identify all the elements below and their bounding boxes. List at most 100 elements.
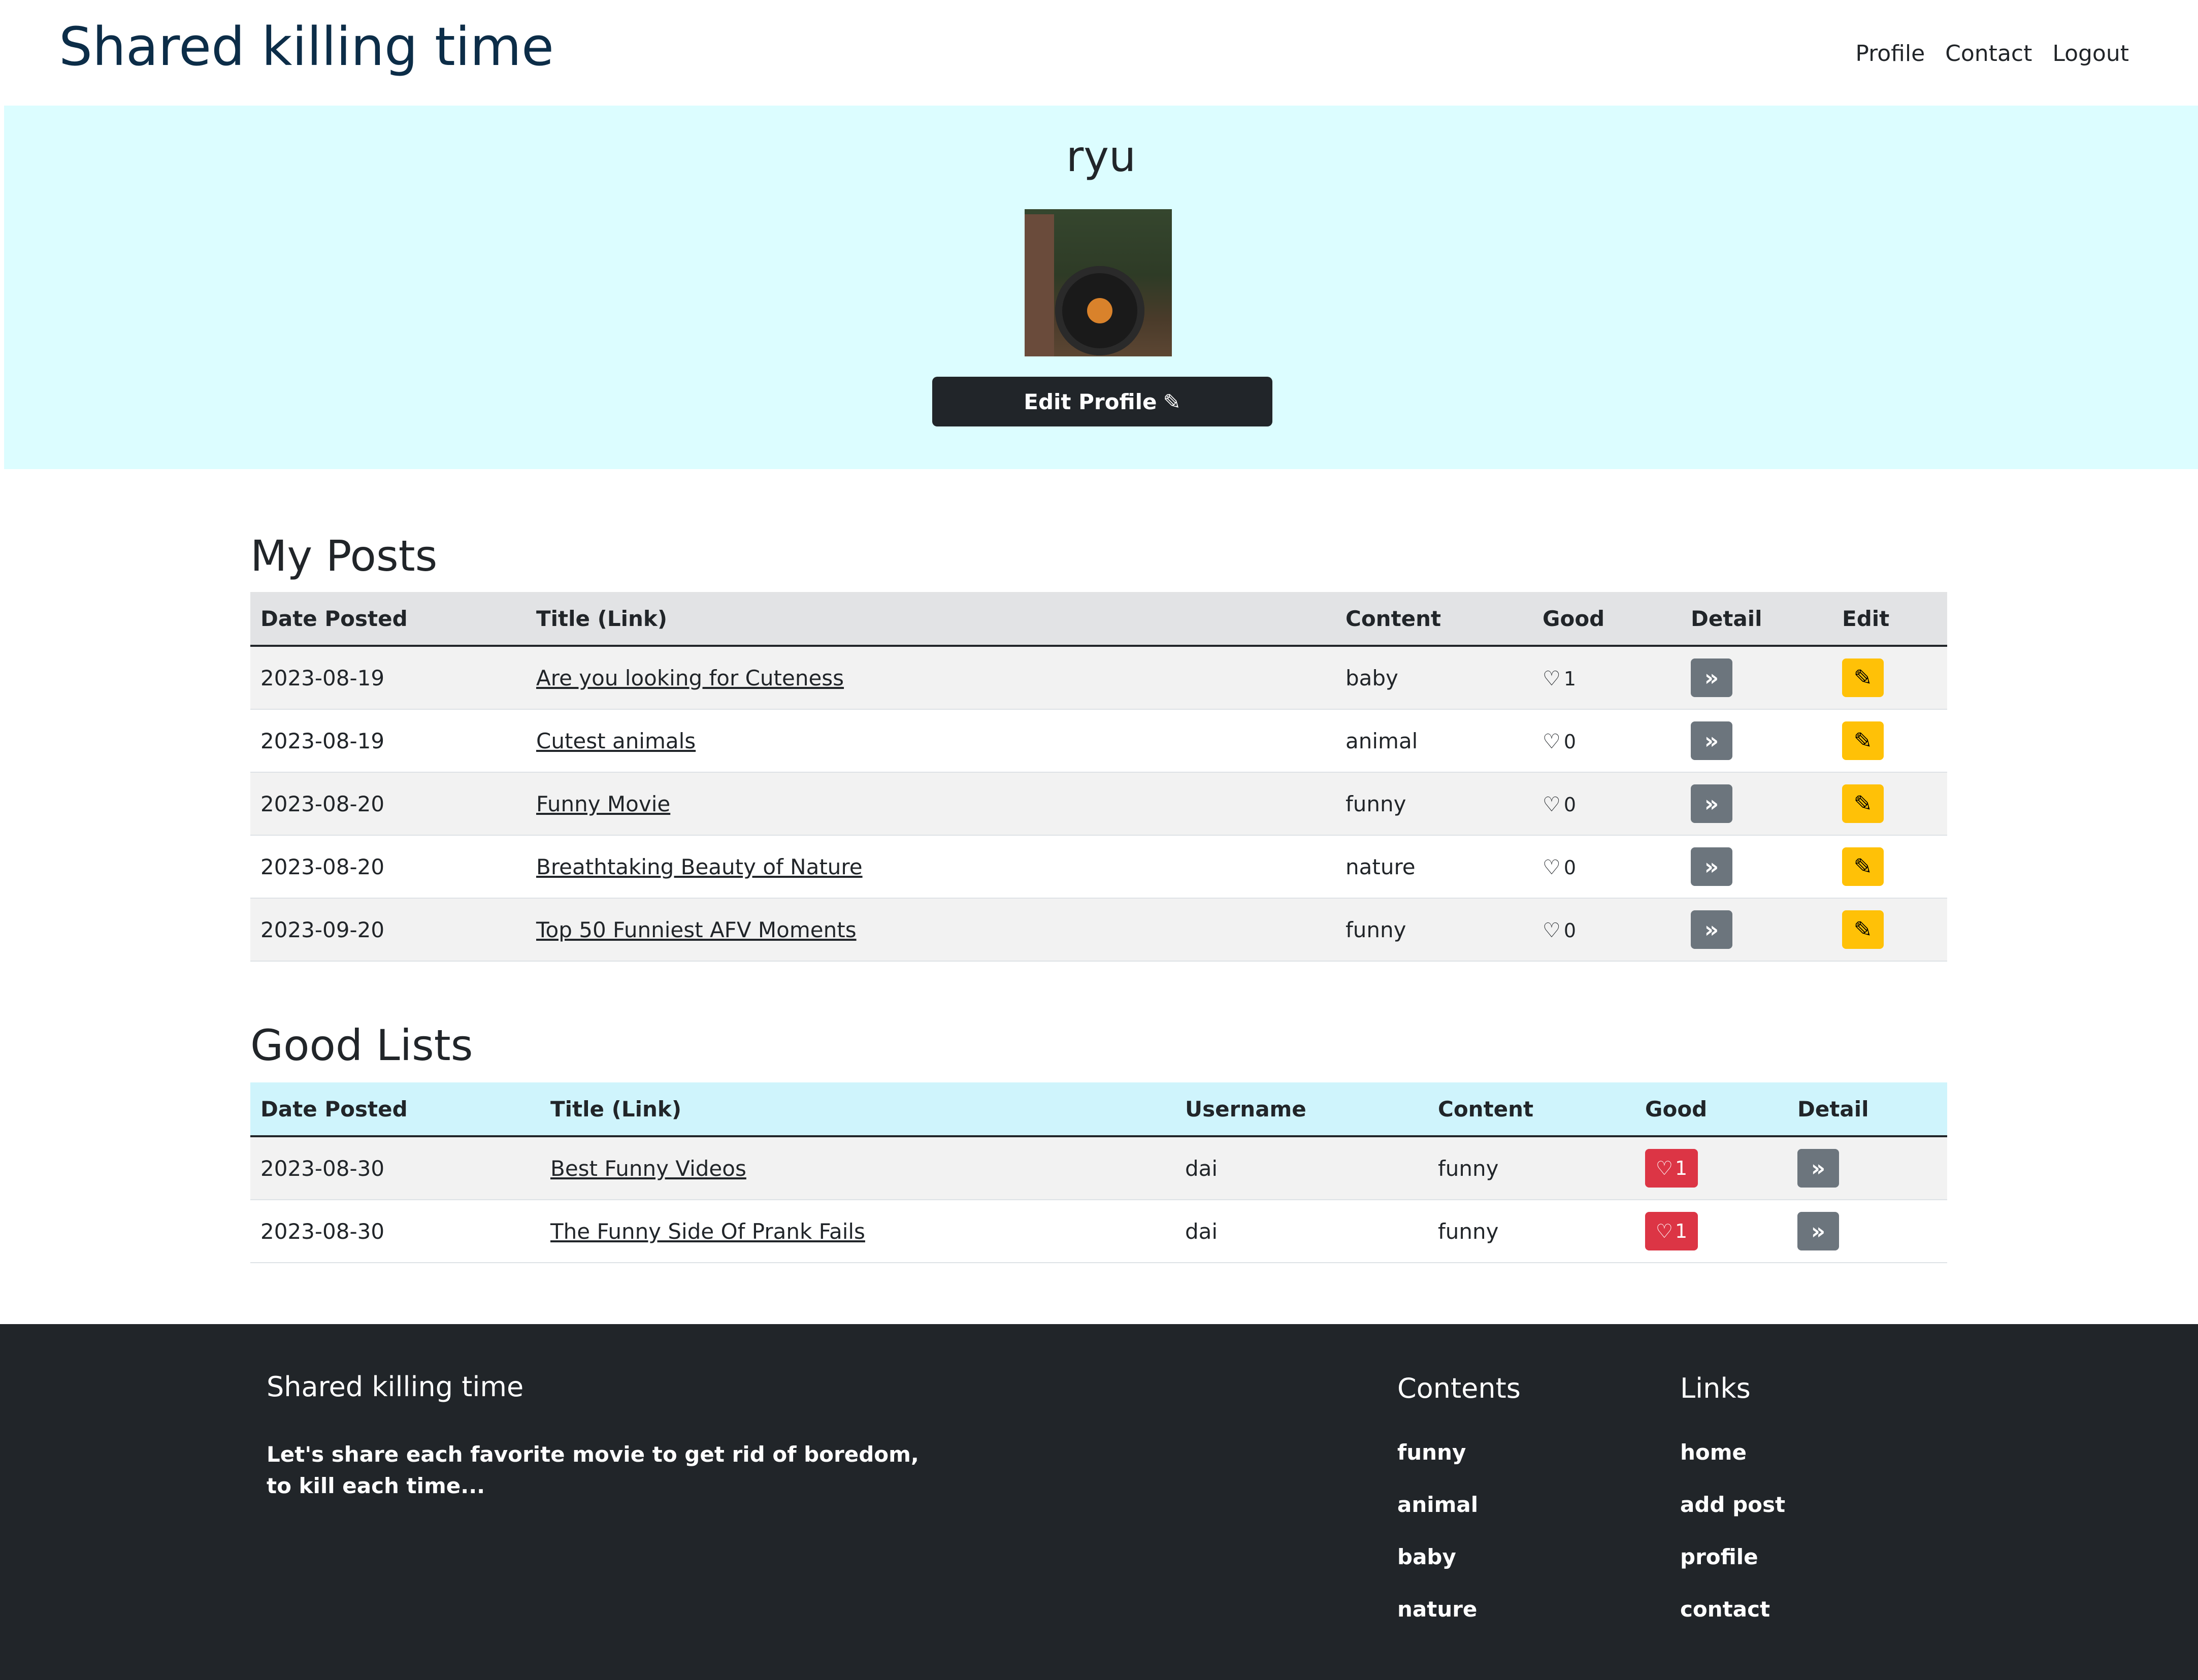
good-date: 2023-08-30 — [250, 1200, 540, 1263]
table-row: 2023-08-30 Best Funny Videos dai funny ♡… — [250, 1136, 1947, 1200]
footer-link[interactable]: profile — [1680, 1541, 1785, 1573]
double-chevron-right-icon: » — [1704, 665, 1719, 691]
edit-post-button[interactable]: ✎ — [1842, 847, 1884, 886]
good-lists-title: Good Lists — [250, 1020, 473, 1070]
detail-button[interactable]: » — [1691, 658, 1732, 697]
footer-contents-column: Contents funny animal baby nature — [1397, 1371, 1521, 1646]
table-header-row: Date Posted Title (Link) Username Conten… — [250, 1082, 1947, 1137]
double-chevron-right-icon: » — [1811, 1218, 1826, 1244]
edit-post-button[interactable]: ✎ — [1842, 658, 1884, 697]
double-chevron-right-icon: » — [1704, 916, 1719, 943]
good-button[interactable]: ♡ 1 — [1645, 1212, 1698, 1250]
good-value: 0 — [1563, 793, 1577, 816]
post-title-link[interactable]: Breathtaking Beauty of Nature — [536, 854, 863, 879]
column-header-edit: Edit — [1832, 592, 1947, 647]
footer-link[interactable]: add post — [1680, 1489, 1785, 1521]
detail-button[interactable]: » — [1691, 847, 1732, 886]
good-title-link[interactable]: The Funny Side Of Prank Fails — [550, 1219, 865, 1244]
footer-contents-heading: Contents — [1397, 1372, 1521, 1404]
detail-button[interactable]: » — [1797, 1149, 1839, 1188]
post-content: funny — [1335, 898, 1532, 962]
detail-button[interactable]: » — [1691, 784, 1732, 823]
column-header-title: Title (Link) — [540, 1082, 1175, 1137]
table-row: 2023-08-20 Funny Movie funny ♡ 0 » ✎ — [250, 772, 1947, 836]
footer-contents-link[interactable]: nature — [1397, 1594, 1521, 1625]
pencil-icon: ✎ — [1853, 916, 1873, 943]
footer-brand: Shared killing time — [267, 1371, 524, 1403]
post-title-link[interactable]: Top 50 Funniest AFV Moments — [536, 917, 857, 942]
double-chevron-right-icon: » — [1704, 728, 1719, 754]
footer-contents-link[interactable]: baby — [1397, 1541, 1521, 1573]
nav-contact-link[interactable]: Contact — [1945, 36, 2032, 72]
column-header-detail: Detail — [1787, 1082, 1947, 1137]
detail-button[interactable]: » — [1691, 910, 1732, 949]
post-content: animal — [1335, 709, 1532, 773]
column-header-good: Good — [1532, 592, 1681, 647]
pencil-icon: ✎ — [1853, 665, 1873, 691]
heart-icon: ♡ — [1655, 1157, 1673, 1179]
good-content: funny — [1428, 1200, 1635, 1263]
footer-links-column: Links home add post profile contact — [1680, 1371, 1785, 1646]
good-button[interactable]: ♡ 1 — [1645, 1149, 1698, 1188]
my-posts-title: My Posts — [250, 531, 438, 581]
detail-button[interactable]: » — [1797, 1212, 1839, 1250]
nav-logout-link[interactable]: Logout — [2052, 36, 2129, 72]
site-header: Shared killing time Profile Contact Logo… — [0, 0, 2198, 106]
table-row: 2023-09-20 Top 50 Funniest AFV Moments f… — [250, 898, 1947, 962]
top-nav: Profile Contact Logout — [1855, 36, 2129, 72]
good-title-link[interactable]: Best Funny Videos — [550, 1156, 746, 1181]
post-title-link[interactable]: Are you looking for Cuteness — [536, 666, 844, 690]
heart-icon: ♡ — [1655, 1220, 1673, 1242]
column-header-username: Username — [1175, 1082, 1428, 1137]
post-title-link[interactable]: Funny Movie — [536, 792, 670, 816]
edit-post-button[interactable]: ✎ — [1842, 910, 1884, 949]
avatar-record-label-shape — [1087, 298, 1112, 323]
column-header-content: Content — [1335, 592, 1532, 647]
profile-avatar — [1025, 209, 1172, 356]
column-header-date: Date Posted — [250, 592, 526, 647]
site-footer: Shared killing time Let's share each fav… — [0, 1324, 2198, 1680]
good-username: dai — [1175, 1136, 1428, 1200]
good-username: dai — [1175, 1200, 1428, 1263]
good-lists-table: Date Posted Title (Link) Username Conten… — [250, 1082, 1947, 1263]
good-count: ♡ 0 — [1543, 731, 1576, 753]
good-content: funny — [1428, 1136, 1635, 1200]
detail-button[interactable]: » — [1691, 721, 1732, 760]
footer-link[interactable]: home — [1680, 1437, 1785, 1468]
avatar-board-shape — [1025, 214, 1054, 356]
post-content: baby — [1335, 646, 1532, 710]
column-header-date: Date Posted — [250, 1082, 540, 1137]
table-row: 2023-08-30 The Funny Side Of Prank Fails… — [250, 1200, 1947, 1263]
good-count: ♡ 1 — [1543, 668, 1576, 690]
edit-profile-button[interactable]: Edit Profile ✎ — [932, 377, 1272, 426]
profile-banner: ryu Edit Profile ✎ — [4, 106, 2198, 469]
post-content: nature — [1335, 835, 1532, 899]
footer-links-heading: Links — [1680, 1372, 1751, 1404]
good-count: ♡ 0 — [1543, 794, 1576, 816]
column-header-content: Content — [1428, 1082, 1635, 1137]
footer-link[interactable]: contact — [1680, 1594, 1785, 1625]
double-chevron-right-icon: » — [1811, 1155, 1826, 1181]
heart-icon: ♡ — [1543, 730, 1561, 753]
pencil-icon: ✎ — [1853, 728, 1873, 754]
profile-username: ryu — [1066, 131, 1136, 181]
post-date: 2023-09-20 — [250, 898, 526, 962]
site-brand[interactable]: Shared killing time — [59, 11, 554, 82]
good-value: 0 — [1563, 856, 1577, 879]
edit-post-button[interactable]: ✎ — [1842, 784, 1884, 823]
nav-profile-link[interactable]: Profile — [1855, 36, 1925, 72]
footer-contents-link[interactable]: funny — [1397, 1437, 1521, 1468]
good-value: 1 — [1675, 1157, 1688, 1179]
heart-icon: ♡ — [1543, 855, 1561, 879]
good-value: 0 — [1563, 919, 1577, 942]
column-header-title: Title (Link) — [526, 592, 1335, 647]
good-count: ♡ 0 — [1543, 919, 1576, 942]
edit-post-button[interactable]: ✎ — [1842, 721, 1884, 760]
column-header-good: Good — [1635, 1082, 1787, 1137]
footer-contents-link[interactable]: animal — [1397, 1489, 1521, 1521]
good-date: 2023-08-30 — [250, 1136, 540, 1200]
pencil-icon: ✎ — [1853, 853, 1873, 880]
post-title-link[interactable]: Cutest animals — [536, 729, 696, 753]
post-date: 2023-08-19 — [250, 709, 526, 773]
heart-icon: ♡ — [1543, 793, 1561, 816]
